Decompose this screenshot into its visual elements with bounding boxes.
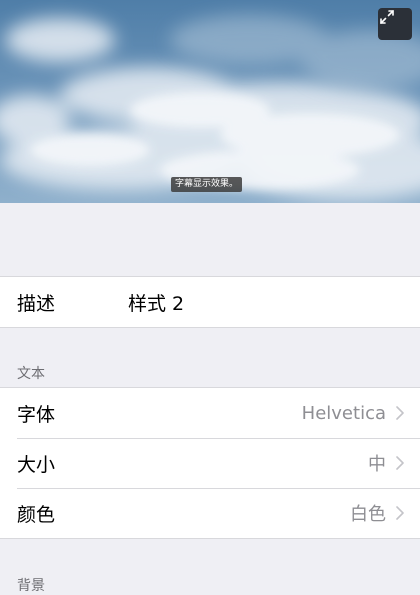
color-label: 颜色 bbox=[17, 503, 56, 526]
font-value: Helvetica bbox=[301, 402, 386, 424]
description-value: 样式 2 bbox=[128, 292, 185, 315]
size-value: 中 bbox=[368, 454, 386, 475]
expand-button[interactable] bbox=[378, 8, 412, 40]
font-label: 字体 bbox=[17, 403, 56, 426]
expand-arrows-icon bbox=[380, 10, 394, 24]
subtitle-caption: 字幕显示效果。 bbox=[171, 177, 243, 192]
description-group: 描述 样式 2 bbox=[0, 276, 420, 328]
size-row[interactable]: 大小 中 bbox=[0, 438, 420, 488]
description-label: 描述 bbox=[17, 292, 56, 315]
description-row[interactable]: 描述 样式 2 bbox=[0, 277, 420, 327]
color-value: 白色 bbox=[350, 504, 386, 525]
chevron-right-icon bbox=[396, 406, 404, 420]
text-section-header: 文本 bbox=[17, 366, 45, 382]
font-row[interactable]: 字体 Helvetica bbox=[0, 388, 420, 438]
text-settings-group: 字体 Helvetica 大小 中 颜色 白色 bbox=[0, 387, 420, 539]
chevron-right-icon bbox=[396, 456, 404, 470]
subtitle-preview: 字幕显示效果。 bbox=[0, 0, 420, 203]
color-row[interactable]: 颜色 白色 bbox=[0, 488, 420, 538]
size-label: 大小 bbox=[17, 453, 56, 476]
sky-clouds-image bbox=[0, 15, 420, 200]
chevron-right-icon bbox=[396, 506, 404, 520]
background-section-header: 背景 bbox=[17, 578, 45, 594]
